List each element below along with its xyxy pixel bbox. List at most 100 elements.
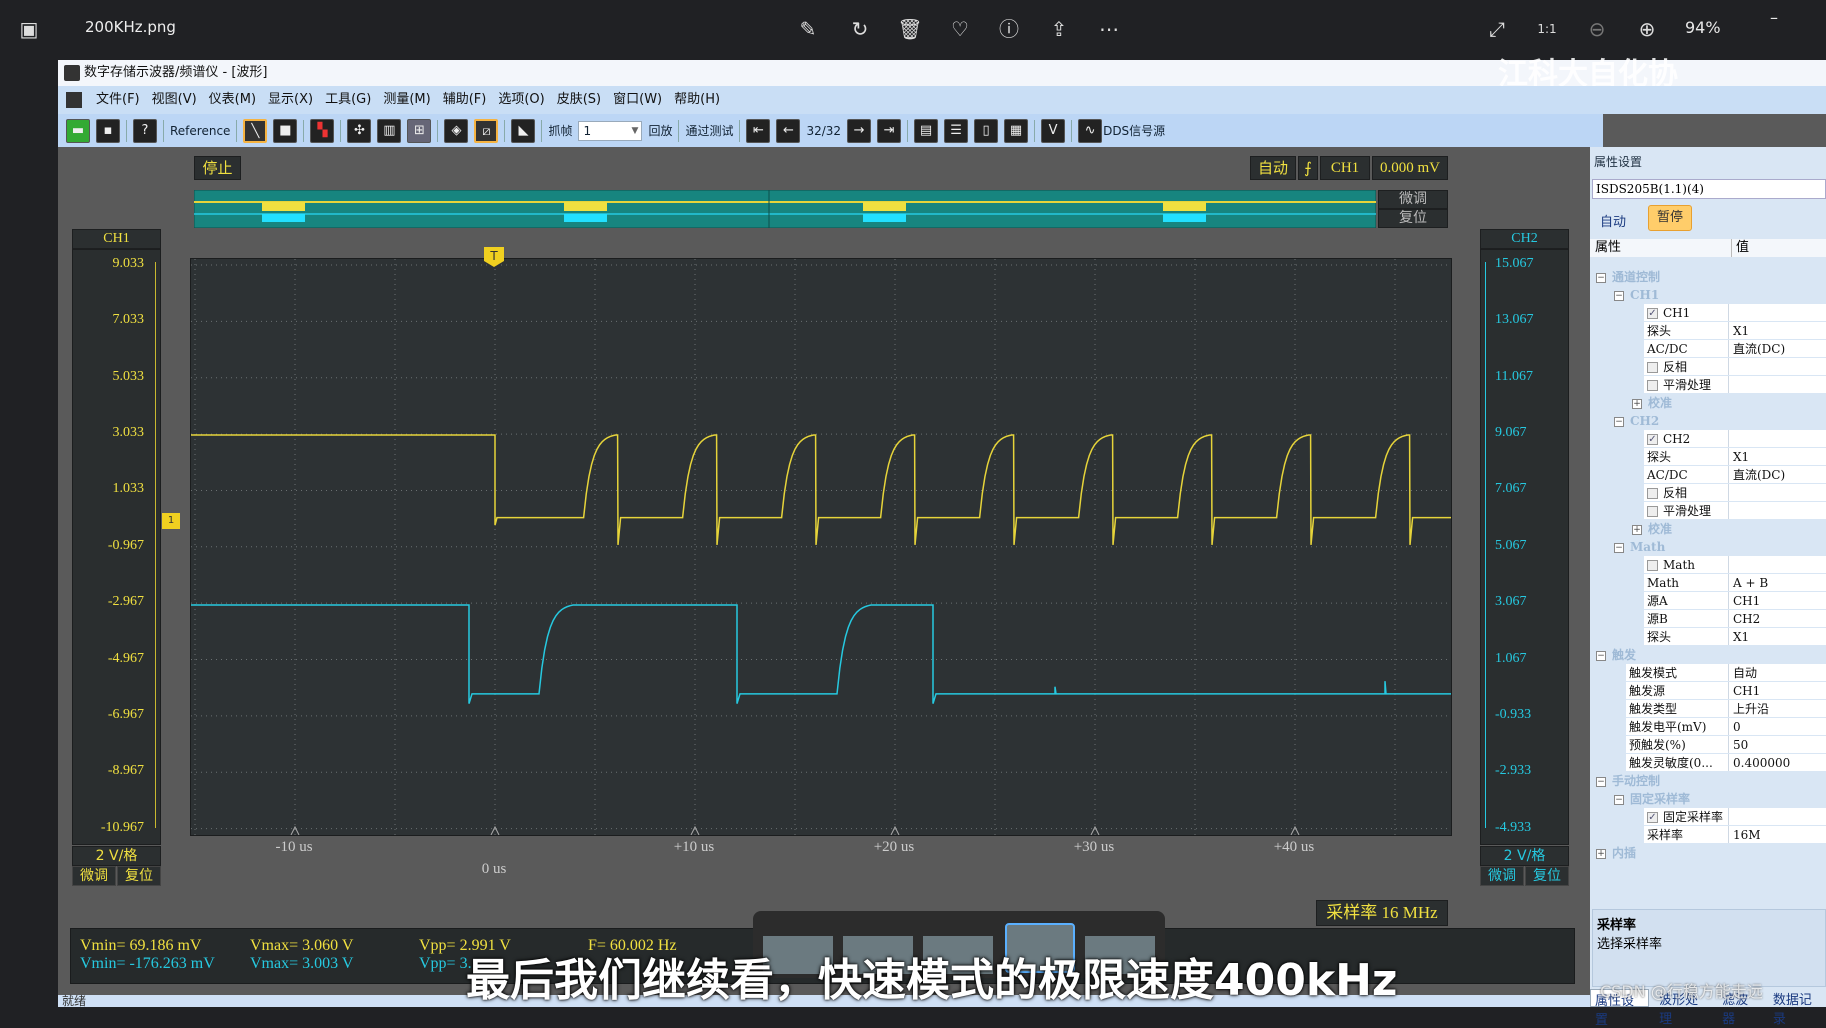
property-value[interactable] [1728, 808, 1826, 825]
device-select[interactable]: ISDS205B(1.1)(4) [1592, 179, 1826, 199]
reference-button[interactable]: Reference [170, 124, 230, 138]
property-row[interactable]: − Math [1590, 538, 1826, 556]
trigger-mode[interactable]: 自动 [1250, 156, 1296, 180]
collapse-icon[interactable]: − [1596, 650, 1606, 661]
property-row[interactable]: Math [1590, 556, 1826, 574]
property-value[interactable]: 上升沿 [1728, 700, 1826, 717]
property-row[interactable]: + 校准 [1590, 520, 1826, 538]
property-row[interactable]: AC/DC 直流(DC) [1590, 466, 1826, 484]
property-row[interactable]: 探头 X1 [1590, 448, 1826, 466]
ch1-scale[interactable]: 2 V/格 [72, 846, 161, 866]
fullscreen-icon[interactable]: ⤢ [1482, 14, 1512, 44]
property-row[interactable]: 源B CH2 [1590, 610, 1826, 628]
property-row[interactable]: − 手动控制 [1590, 772, 1826, 790]
overview-reset-button[interactable]: 复位 [1378, 209, 1448, 228]
ch1-axis[interactable]: 9.033 7.033 5.033 3.033 1.033 -0.967 -2.967 -4.… [72, 249, 161, 845]
overview-fine-button[interactable]: 微调 [1378, 190, 1448, 209]
color-icon[interactable]: ▚ [310, 118, 335, 143]
collapse-icon[interactable]: − [1596, 776, 1606, 787]
edit-icon[interactable]: ✎ [793, 14, 823, 44]
property-row[interactable]: ✓ CH1 [1590, 304, 1826, 322]
ch1-offset-marker[interactable]: 1 [162, 513, 180, 529]
measure-icon[interactable]: ◈ [444, 118, 469, 143]
layout-rows-icon[interactable]: ☰ [944, 118, 969, 143]
layout-cols-icon[interactable]: ▯ [974, 118, 999, 143]
property-row[interactable]: − 触发 [1590, 646, 1826, 664]
property-value[interactable] [1728, 358, 1826, 375]
pass-test-button[interactable]: 通过测试 [685, 122, 733, 139]
help-icon[interactable]: ? [133, 118, 157, 143]
voltmeter-button[interactable]: V [1041, 118, 1066, 143]
playback-button[interactable]: 回放 [648, 122, 672, 139]
checkbox[interactable] [1647, 488, 1658, 499]
property-value[interactable]: X1 [1728, 322, 1826, 339]
first-frame-icon[interactable]: ⇤ [746, 118, 771, 143]
layout-single-icon[interactable]: ▤ [914, 118, 939, 143]
run-line-icon[interactable]: ╲ [243, 118, 268, 143]
property-row[interactable]: 触发类型 上升沿 [1590, 700, 1826, 718]
property-row[interactable]: 采样率 16M [1590, 826, 1826, 844]
property-row[interactable]: 预触发(%) 50 [1590, 736, 1826, 754]
info-icon[interactable]: ⓘ [994, 14, 1024, 44]
waveform-plot[interactable] [190, 258, 1452, 836]
layout-grid-icon[interactable]: ▦ [1004, 118, 1029, 143]
property-row[interactable]: 触发源 CH1 [1590, 682, 1826, 700]
prev-frame-icon[interactable]: ← [776, 118, 801, 143]
share-icon[interactable]: ⇪ [1044, 14, 1074, 44]
probe-icon[interactable]: ◣ [511, 118, 536, 143]
checkbox[interactable] [1647, 506, 1658, 517]
property-value[interactable]: X1 [1728, 628, 1826, 645]
property-value[interactable]: 0 [1728, 718, 1826, 735]
property-row[interactable]: 探头 X1 [1590, 628, 1826, 646]
ch1-label[interactable]: CH1 [72, 229, 161, 249]
property-value[interactable]: 0.400000 [1728, 754, 1826, 771]
ch1-reset-button[interactable]: 复位 [117, 866, 161, 886]
expand-icon[interactable]: + [1596, 848, 1606, 859]
checkbox[interactable] [1647, 560, 1658, 571]
columns-icon[interactable]: ▥ [377, 118, 402, 143]
property-row[interactable]: 反相 [1590, 484, 1826, 502]
checkbox[interactable]: ✓ [1647, 308, 1658, 319]
next-frame-icon[interactable]: → [847, 118, 872, 143]
property-value[interactable]: CH2 [1728, 610, 1826, 627]
actual-size-icon[interactable]: 1:1 [1532, 14, 1562, 44]
property-row[interactable]: − 通道控制 [1590, 268, 1826, 286]
property-row[interactable]: 触发电平(mV) 0 [1590, 718, 1826, 736]
checkbox[interactable]: ✓ [1647, 812, 1658, 823]
open-icon[interactable]: ▬ [66, 118, 90, 143]
property-value[interactable] [1728, 502, 1826, 519]
heart-icon[interactable]: ♡ [945, 14, 975, 44]
menu-item[interactable]: 窗口(W) [613, 92, 662, 107]
property-value[interactable] [1728, 304, 1826, 321]
property-value[interactable]: 直流(DC) [1728, 466, 1826, 483]
stop-icon[interactable]: ■ [273, 118, 298, 143]
checkbox[interactable] [1647, 380, 1658, 391]
property-value[interactable]: 自动 [1728, 664, 1826, 681]
save-icon[interactable]: ▪ [96, 118, 120, 143]
property-row[interactable]: Math A + B [1590, 574, 1826, 592]
property-row[interactable]: 反相 [1590, 358, 1826, 376]
panel-tab[interactable]: 数据记录 [1769, 989, 1826, 1027]
menu-item[interactable]: 辅助(F) [443, 92, 487, 107]
trigger-level[interactable]: 0.000 mV [1372, 156, 1448, 180]
menu-item[interactable]: 帮助(H) [674, 92, 720, 107]
property-row[interactable]: 探头 X1 [1590, 322, 1826, 340]
auto-scale-icon[interactable]: ⧄ [474, 118, 499, 143]
property-value[interactable] [1728, 430, 1826, 447]
collapse-icon[interactable]: − [1614, 416, 1624, 427]
property-row[interactable]: − CH2 [1590, 412, 1826, 430]
property-row[interactable]: + 校准 [1590, 394, 1826, 412]
property-row[interactable]: 触发模式 自动 [1590, 664, 1826, 682]
ch1-fine-button[interactable]: 微调 [72, 866, 116, 886]
property-value[interactable]: 50 [1728, 736, 1826, 753]
auto-button[interactable]: 自动 [1600, 211, 1626, 230]
collapse-icon[interactable]: − [1596, 272, 1606, 283]
checkbox[interactable] [1647, 362, 1658, 373]
zoom-in-icon[interactable]: ⊕ [1632, 14, 1662, 44]
property-row[interactable]: 平滑处理 [1590, 376, 1826, 394]
ch2-label[interactable]: CH2 [1480, 229, 1569, 249]
menu-item[interactable]: 皮肤(S) [557, 92, 601, 107]
property-row[interactable]: AC/DC 直流(DC) [1590, 340, 1826, 358]
property-value[interactable]: A + B [1728, 574, 1826, 591]
property-row[interactable]: + 内插 [1590, 844, 1826, 862]
